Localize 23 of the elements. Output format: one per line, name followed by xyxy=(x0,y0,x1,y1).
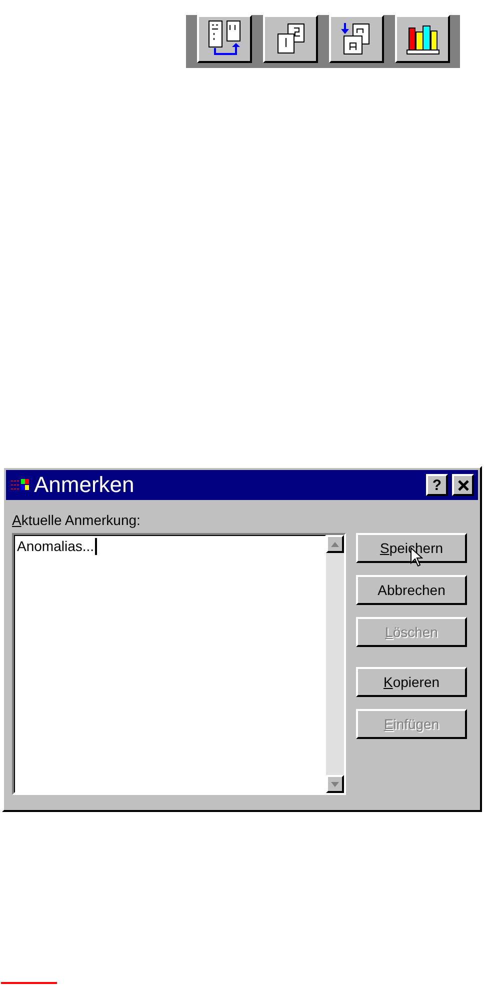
pages-icon xyxy=(276,23,306,55)
toolbar-button[interactable] xyxy=(395,15,450,63)
close-icon xyxy=(458,480,468,490)
accent-rule xyxy=(1,982,57,984)
toolbar-button[interactable] xyxy=(329,15,384,63)
dialog-button[interactable]: Abbrechen xyxy=(356,575,467,605)
window-title: Anmerken xyxy=(34,474,136,496)
scroll-up-button[interactable] xyxy=(326,535,344,553)
toolbar-button[interactable] xyxy=(263,15,318,63)
scrollbar[interactable] xyxy=(326,535,344,793)
documents-arrow-icon xyxy=(340,22,372,56)
note-text: Anomalias... xyxy=(17,537,94,556)
toolbar-button[interactable] xyxy=(197,15,252,63)
down-arrow-icon xyxy=(331,782,339,786)
columns-arrow-icon xyxy=(208,20,242,58)
help-button[interactable]: ? xyxy=(426,474,448,496)
dialog-button[interactable]: Kopieren xyxy=(356,667,467,697)
close-button[interactable] xyxy=(452,474,474,496)
app-icon xyxy=(10,478,30,492)
scroll-down-button[interactable] xyxy=(326,775,344,793)
field-label: Aktuelle Anmerkung: xyxy=(12,511,142,530)
up-arrow-icon xyxy=(331,542,339,546)
note-field[interactable]: Anomalias... xyxy=(12,533,346,795)
